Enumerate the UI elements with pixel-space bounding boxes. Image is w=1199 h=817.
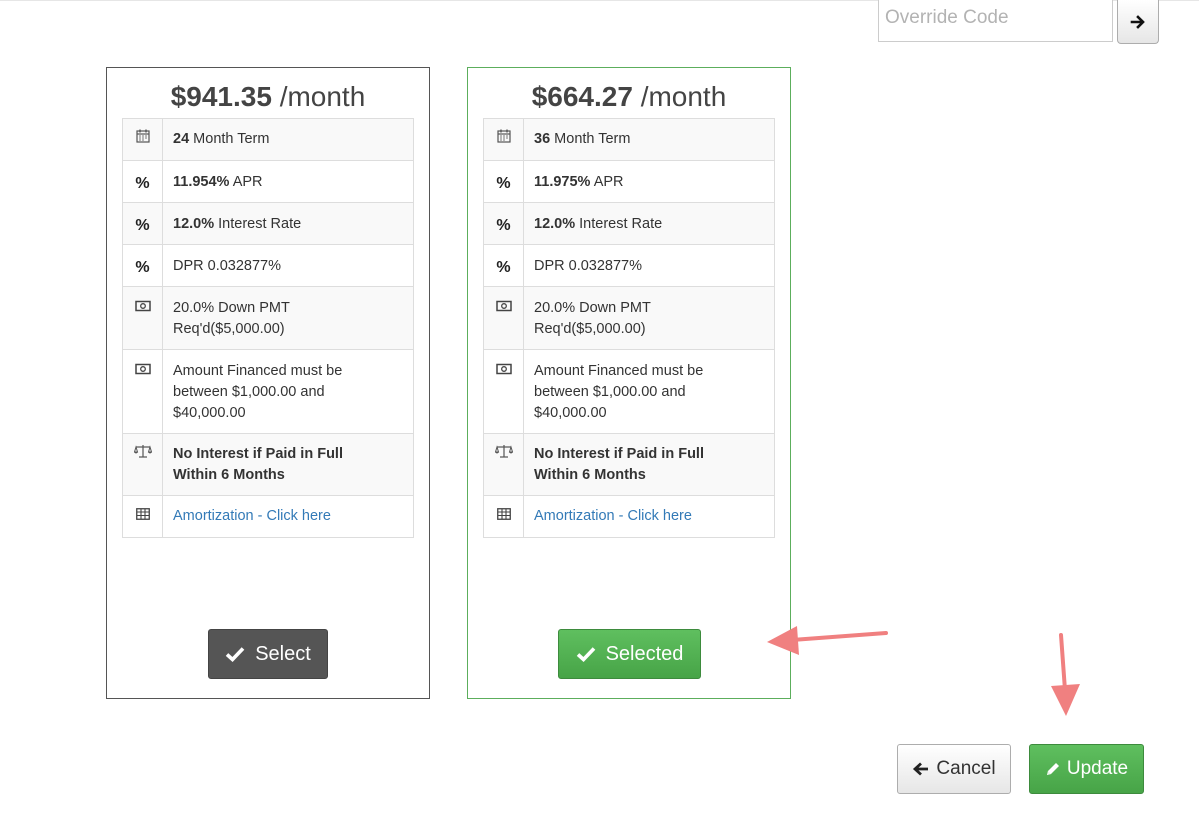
financed-line: $40,000.00 [534,405,607,421]
amortization-row: Amortization - Click here [483,495,775,538]
term-row: 36 Month Term [483,118,775,161]
term-value: 36 [534,131,551,147]
promo-line: No Interest if Paid in Full [173,446,343,462]
down-payment-line: 20.0% Down PMT [534,300,651,316]
select-plan-button[interactable]: Select [208,629,328,679]
down-payment-required: Req'd($5,000.00) [173,321,285,337]
money-icon [134,300,151,312]
interest-rate-row: % 12.0% Interest Rate [122,202,414,245]
balance-scale-icon [494,445,513,458]
amortization-row: Amortization - Click here [122,495,414,538]
financed-line: between $1,000.00 and [173,384,325,400]
amortization-link[interactable]: Amortization - Click here [534,508,692,524]
calendar-icon [496,129,511,143]
select-button-label: Select [255,642,311,665]
term-label: Month Term [554,131,631,147]
check-icon [225,647,245,662]
price-period: /month [279,81,366,112]
apr-value: 11.954% [173,174,230,190]
down-payment-line: 20.0% Down PMT [173,300,290,316]
price-amount: $941.35 [170,81,272,112]
arrow-right-icon [1130,14,1145,29]
price-amount: $664.27 [531,81,633,112]
down-payment-row: 20.0% Down PMT Req'd($5,000.00) [483,286,775,350]
update-button-label: Update [1066,758,1129,779]
money-icon [495,300,512,312]
percent-icon: % [135,217,150,234]
percent-icon: % [496,175,511,192]
interest-value: 12.0% [534,216,576,232]
promo-row: No Interest if Paid in Full Within 6 Mont… [483,433,775,496]
monthly-price: $664.27 /month [468,80,790,114]
term-value: 24 [173,131,190,147]
financed-line: Amount Financed must be [534,363,704,379]
apr-label: APR [593,174,624,190]
cancel-button[interactable]: Cancel [897,744,1011,794]
financed-line: between $1,000.00 and [534,384,686,400]
dpr-row: % DPR 0.032877% [483,244,775,287]
promo-row: No Interest if Paid in Full Within 6 Mont… [122,433,414,496]
amortization-link[interactable]: Amortization - Click here [173,508,331,524]
money-icon [134,363,151,375]
plan-card-36-month: $664.27 /month 36 Month Term % 11.975% A… [467,67,791,699]
promo-line: Within 6 Months [173,467,285,483]
selected-plan-button[interactable]: Selected [558,629,701,679]
money-icon [495,363,512,375]
percent-icon: % [496,259,511,276]
plan-card-24-month: $941.35 /month 24 Month Term % 11.954% A… [106,67,430,699]
override-code-input[interactable] [878,0,1113,42]
selected-button-label: Selected [605,642,684,665]
interest-label: Interest Rate [579,216,663,232]
promo-line: No Interest if Paid in Full [534,446,704,462]
amount-financed-row: Amount Financed must be between $1,000.00… [483,349,775,434]
table-icon [135,508,150,520]
percent-icon: % [135,175,150,192]
arrow-left-icon [913,762,929,776]
plan-details-table: 36 Month Term % 11.975% APR % 12.0% Inte… [483,118,775,538]
dpr-text: DPR 0.032877% [534,258,643,274]
apr-label: APR [232,174,263,190]
table-icon [496,508,511,520]
update-button[interactable]: Update [1029,744,1144,794]
plan-details-table: 24 Month Term % 11.954% APR % 12.0% Inte… [122,118,414,538]
dpr-row: % DPR 0.032877% [122,244,414,287]
apr-value: 11.975% [534,174,591,190]
apr-row: % 11.975% APR [483,160,775,203]
financed-line: $40,000.00 [173,405,246,421]
price-period: /month [640,81,727,112]
check-icon [576,647,595,662]
term-row: 24 Month Term [122,118,414,161]
calendar-icon [135,129,150,143]
promo-line: Within 6 Months [534,467,646,483]
annotation-arrow-update [1051,633,1080,716]
down-payment-required: Req'd($5,000.00) [534,321,646,337]
monthly-price: $941.35 /month [107,80,429,114]
balance-scale-icon [133,445,152,458]
interest-label: Interest Rate [218,216,302,232]
dpr-text: DPR 0.032877% [173,258,282,274]
financed-line: Amount Financed must be [173,363,343,379]
cancel-button-label: Cancel [936,758,996,779]
apr-row: % 11.954% APR [122,160,414,203]
term-label: Month Term [193,131,270,147]
interest-rate-row: % 12.0% Interest Rate [483,202,775,245]
percent-icon: % [496,217,511,234]
override-submit-button[interactable] [1117,0,1159,44]
interest-value: 12.0% [173,216,215,232]
amount-financed-row: Amount Financed must be between $1,000.00… [122,349,414,434]
pencil-icon [1046,763,1059,775]
down-payment-row: 20.0% Down PMT Req'd($5,000.00) [122,286,414,350]
percent-icon: % [135,259,150,276]
